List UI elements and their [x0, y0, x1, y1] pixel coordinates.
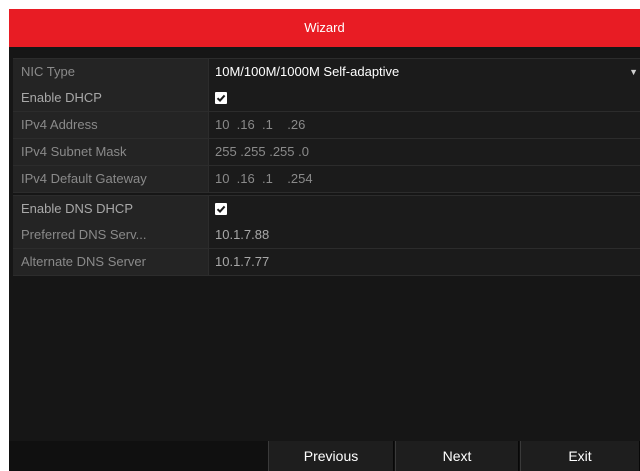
nic-type-row: NIC Type 10M/100M/1000M Self-adaptive ▼: [13, 58, 640, 86]
enable-dns-dhcp-label: Enable DNS DHCP: [13, 196, 209, 222]
wizard-window: Wizard NIC Type 10M/100M/1000M Self-adap…: [9, 9, 640, 471]
ipv4-address-label: IPv4 Address: [13, 112, 209, 138]
ipv4-address-row: IPv4 Address 10 .16 .1 .26: [13, 112, 640, 139]
ipv4-default-gateway-row: IPv4 Default Gateway 10 .16 .1 .254: [13, 166, 640, 193]
ipv4-subnet-mask-field[interactable]: 255 .255 .255 .0: [215, 139, 309, 165]
ipv4-subnet-mask-label: IPv4 Subnet Mask: [13, 139, 209, 165]
alternate-dns-field[interactable]: 10.1.7.77: [215, 249, 269, 275]
enable-dhcp-checkbox[interactable]: [215, 92, 227, 104]
enable-dns-dhcp-row: Enable DNS DHCP: [13, 195, 640, 223]
alternate-dns-row: Alternate DNS Server 10.1.7.77: [13, 249, 640, 276]
exit-button[interactable]: Exit: [520, 441, 640, 471]
ipv4-default-gateway-label: IPv4 Default Gateway: [13, 166, 209, 192]
enable-dns-dhcp-checkbox[interactable]: [215, 203, 227, 215]
alternate-dns-label: Alternate DNS Server: [13, 249, 209, 275]
ipv4-default-gateway-field[interactable]: 10 .16 .1 .254: [215, 166, 313, 192]
checkmark-icon: [216, 94, 226, 103]
ipv4-address-field[interactable]: 10 .16 .1 .26: [215, 112, 305, 138]
ipv4-subnet-mask-row: IPv4 Subnet Mask 255 .255 .255 .0: [13, 139, 640, 166]
enable-dhcp-row: Enable DHCP: [13, 85, 640, 112]
nic-type-select[interactable]: 10M/100M/1000M Self-adaptive: [215, 59, 399, 85]
nic-type-label: NIC Type: [13, 59, 209, 85]
preferred-dns-label: Preferred DNS Serv...: [13, 222, 209, 248]
wizard-title: Wizard: [9, 9, 640, 47]
checkmark-icon: [216, 205, 226, 214]
chevron-down-icon[interactable]: ▼: [629, 59, 638, 85]
next-button[interactable]: Next: [395, 441, 519, 471]
enable-dhcp-label: Enable DHCP: [13, 85, 209, 111]
preferred-dns-row: Preferred DNS Serv... 10.1.7.88: [13, 222, 640, 249]
preferred-dns-field[interactable]: 10.1.7.88: [215, 222, 269, 248]
previous-button[interactable]: Previous: [268, 441, 394, 471]
